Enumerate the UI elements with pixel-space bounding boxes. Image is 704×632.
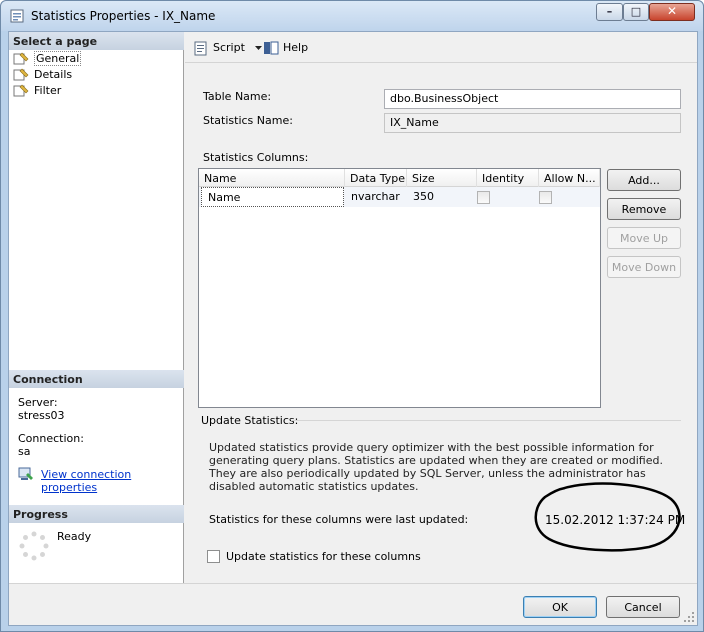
cell-size: 350 xyxy=(413,190,434,203)
grid-header: Name Data Type Size Identity Allow N... xyxy=(199,169,600,187)
maximize-button[interactable]: □ xyxy=(623,3,649,21)
script-icon xyxy=(194,41,207,56)
window-title: Statistics Properties - IX_Name xyxy=(31,9,216,23)
server-label: Server: xyxy=(18,396,58,409)
update-statistics-checkbox-label[interactable]: Update statistics for these columns xyxy=(226,550,421,563)
update-statistics-separator xyxy=(291,420,681,421)
toolbar: Script Help xyxy=(185,32,697,63)
help-label: Help xyxy=(283,41,309,54)
ok-button[interactable]: OK xyxy=(523,596,597,618)
progress-status: Ready xyxy=(57,530,92,543)
cell-data-type: nvarchar xyxy=(351,190,400,203)
resize-grip-icon[interactable] xyxy=(683,611,695,623)
statistics-properties-window: Statistics Properties - IX_Name – □ ✕ Se… xyxy=(0,0,704,632)
page-wrench-icon xyxy=(13,52,29,65)
allow-nulls-checkbox[interactable] xyxy=(539,191,552,204)
help-button[interactable]: Help xyxy=(263,38,313,58)
script-label: Script xyxy=(213,41,245,54)
minimize-icon: – xyxy=(606,5,613,18)
page-item-filter[interactable]: Filter xyxy=(13,83,173,99)
progress-spinner-icon xyxy=(19,531,49,561)
cancel-button[interactable]: Cancel xyxy=(606,596,680,618)
close-icon: ✕ xyxy=(666,4,678,18)
column-header-size[interactable]: Size xyxy=(407,169,477,187)
column-header-data-type[interactable]: Data Type xyxy=(345,169,407,187)
page-item-label: General xyxy=(34,51,82,66)
statistics-name-label: Statistics Name: xyxy=(203,114,293,127)
dialog-button-bar: OK Cancel xyxy=(9,583,697,625)
progress-header: Progress xyxy=(9,505,184,523)
minimize-button[interactable]: – xyxy=(596,3,623,21)
dialog-client-area: Select a page General Details Filter Con… xyxy=(8,31,698,626)
update-statistics-label: Update Statistics: xyxy=(201,414,299,427)
column-header-allow-nulls[interactable]: Allow N... xyxy=(539,169,600,187)
statistics-columns-grid[interactable]: Name Data Type Size Identity Allow N... … xyxy=(198,168,601,408)
page-item-label: Filter xyxy=(34,84,62,97)
remove-button[interactable]: Remove xyxy=(607,198,681,220)
table-name-field[interactable]: dbo.BusinessObject xyxy=(384,89,681,109)
cell-name[interactable]: Name xyxy=(201,187,344,207)
identity-checkbox[interactable] xyxy=(477,191,490,204)
right-pane: Script Help Table Name: dbo.BusinessObje… xyxy=(185,32,697,583)
column-header-name[interactable]: Name xyxy=(199,169,345,187)
statistics-name-field[interactable]: IX_Name xyxy=(384,113,681,133)
left-pane: Select a page General Details Filter Con… xyxy=(9,32,184,583)
connection-label: Connection: xyxy=(18,432,84,445)
chevron-down-icon[interactable] xyxy=(255,46,262,50)
connection-value: sa xyxy=(18,445,31,458)
connection-properties-icon xyxy=(18,467,33,480)
table-name-label: Table Name: xyxy=(203,90,272,103)
last-updated-label: Statistics for these columns were last u… xyxy=(209,513,469,526)
connection-header: Connection xyxy=(9,370,184,388)
add-button[interactable]: Add... xyxy=(607,169,681,191)
close-button[interactable]: ✕ xyxy=(649,3,695,21)
select-page-header: Select a page xyxy=(9,32,184,50)
page-wrench-icon xyxy=(13,68,29,81)
column-header-identity[interactable]: Identity xyxy=(477,169,539,187)
table-row[interactable]: Name nvarchar 350 xyxy=(199,187,600,207)
window-app-icon xyxy=(10,9,24,23)
maximize-icon: □ xyxy=(630,5,642,18)
page-item-general[interactable]: General xyxy=(13,51,173,67)
statistics-columns-label: Statistics Columns: xyxy=(203,151,309,164)
move-up-button[interactable]: Move Up xyxy=(607,227,681,249)
move-down-button[interactable]: Move Down xyxy=(607,256,681,278)
page-item-label: Details xyxy=(34,68,73,81)
page-item-details[interactable]: Details xyxy=(13,67,173,83)
hand-drawn-circle-annotation xyxy=(534,482,681,552)
view-connection-properties-link[interactable]: View connection properties xyxy=(41,468,183,494)
script-button[interactable]: Script xyxy=(193,38,262,58)
server-value: stress03 xyxy=(18,409,65,422)
help-icon xyxy=(264,41,279,55)
title-bar[interactable]: Statistics Properties - IX_Name – □ ✕ xyxy=(1,1,703,31)
page-wrench-icon xyxy=(13,84,29,97)
update-statistics-checkbox[interactable] xyxy=(207,550,220,563)
